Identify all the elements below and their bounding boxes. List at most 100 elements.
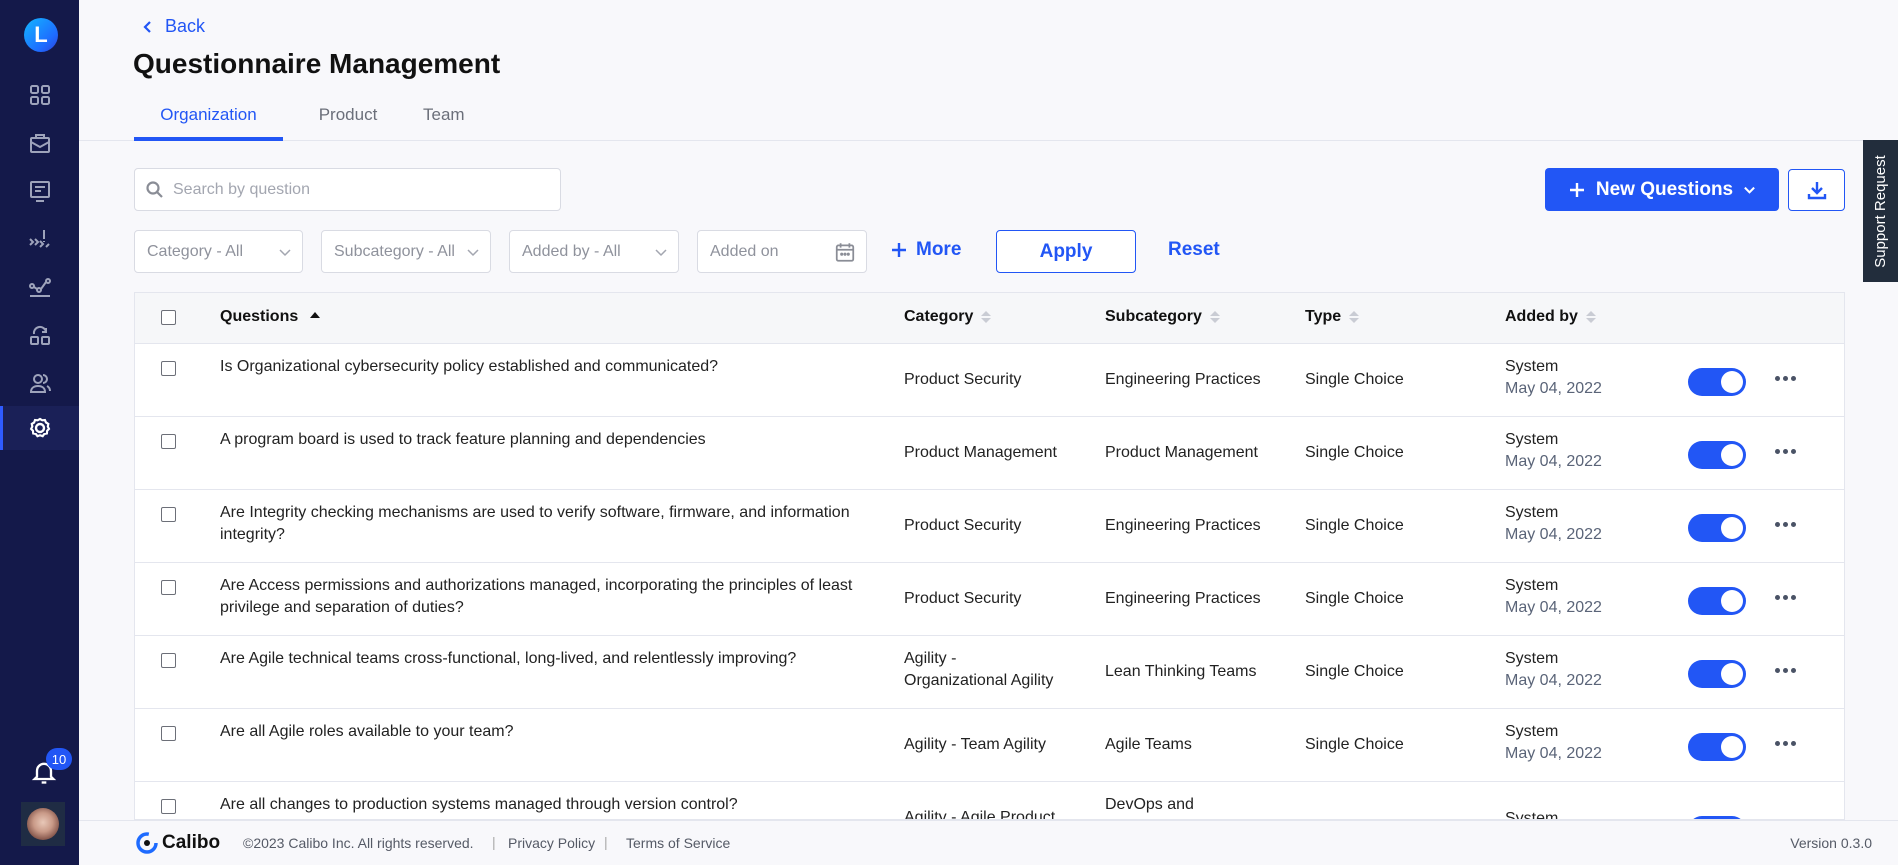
tab-team[interactable]: Team xyxy=(413,100,517,141)
category-text: Product Management xyxy=(904,444,1057,461)
search-input[interactable] xyxy=(173,180,560,199)
brand-name: Calibo xyxy=(162,832,221,853)
avatar xyxy=(27,808,59,840)
category-text: Agility - Team Agility xyxy=(904,736,1046,753)
privacy-policy-link[interactable]: Privacy Policy xyxy=(508,835,595,851)
column-label: Subcategory xyxy=(1105,308,1202,325)
question-text: Is Organizational cybersecurity policy e… xyxy=(220,358,719,375)
enabled-toggle[interactable] xyxy=(1688,441,1746,469)
row-checkbox[interactable] xyxy=(161,507,176,522)
sidebar-item-dashboard[interactable] xyxy=(0,73,79,117)
enabled-toggle[interactable] xyxy=(1688,514,1746,542)
calibo-logo-icon xyxy=(136,832,158,854)
sidebar-item-users[interactable] xyxy=(0,361,79,405)
row-checkbox[interactable] xyxy=(161,434,176,449)
table-row: Are Access permissions and authorization… xyxy=(135,563,1844,636)
column-header-added-by[interactable]: Added by xyxy=(1505,308,1596,326)
row-checkbox[interactable] xyxy=(161,653,176,668)
type-text: Single Choice xyxy=(1305,590,1404,607)
support-request-tab[interactable]: Support Request xyxy=(1863,140,1898,282)
new-questions-label: New Questions xyxy=(1595,178,1734,200)
row-checkbox[interactable] xyxy=(161,799,176,814)
category-filter-select[interactable]: Category - All xyxy=(134,230,303,273)
footer: Calibo ©2023 Calibo Inc. All rights rese… xyxy=(79,820,1898,865)
page-header: Back Questionnaire Management Organizati… xyxy=(79,0,1898,141)
sidebar-item-risks[interactable] xyxy=(0,217,79,261)
row-checkbox[interactable] xyxy=(161,580,176,595)
more-actions-icon[interactable] xyxy=(1771,445,1800,458)
enabled-toggle[interactable] xyxy=(1688,733,1746,761)
reset-button[interactable]: Reset xyxy=(1168,239,1220,261)
column-header-questions[interactable]: Questions xyxy=(220,308,321,326)
sort-icon xyxy=(1349,311,1360,323)
column-header-category[interactable]: Category xyxy=(904,308,992,326)
more-filters-button[interactable]: More xyxy=(890,239,961,261)
added-by-text: System xyxy=(1505,431,1559,448)
more-actions-icon[interactable] xyxy=(1771,372,1800,385)
added-by-text: System xyxy=(1505,577,1559,594)
apply-button[interactable]: Apply xyxy=(996,230,1136,273)
page-title: Questionnaire Management xyxy=(133,48,501,79)
sidebar-item-presentation[interactable] xyxy=(0,169,79,213)
more-actions-icon[interactable] xyxy=(1771,737,1800,750)
back-label: Back xyxy=(165,16,206,36)
gear-icon xyxy=(29,417,50,438)
download-button[interactable] xyxy=(1788,169,1845,211)
more-actions-icon[interactable] xyxy=(1771,664,1800,677)
added-by-filter-select[interactable]: Added by - All xyxy=(509,230,679,273)
added-on-text: May 04, 2022 xyxy=(1505,380,1602,397)
added-on-date-input[interactable]: Added on xyxy=(697,230,867,273)
column-header-type[interactable]: Type xyxy=(1305,308,1360,326)
more-label: More xyxy=(916,239,962,260)
tab-product[interactable]: Product xyxy=(283,100,413,141)
chevron-down-icon xyxy=(467,248,479,256)
row-checkbox[interactable] xyxy=(161,726,176,741)
enabled-toggle[interactable] xyxy=(1688,587,1746,615)
briefcase-icon xyxy=(29,134,50,153)
cycle-blocks-icon xyxy=(29,325,50,345)
calendar-icon[interactable] xyxy=(834,241,856,263)
column-label: Questions xyxy=(220,308,299,325)
user-avatar-button[interactable] xyxy=(21,802,65,846)
question-text: A program board is used to track feature… xyxy=(220,431,706,448)
app-logo[interactable]: L xyxy=(24,18,58,52)
presentation-icon xyxy=(29,181,50,202)
tab-organization[interactable]: Organization xyxy=(134,100,283,141)
type-text: Single Choice xyxy=(1305,517,1404,534)
column-header-subcategory[interactable]: Subcategory xyxy=(1105,308,1220,326)
added-on-text: May 04, 2022 xyxy=(1505,453,1602,470)
table-row: Is Organizational cybersecurity policy e… xyxy=(135,344,1844,417)
more-actions-icon[interactable] xyxy=(1771,518,1800,531)
more-actions-icon[interactable] xyxy=(1771,591,1800,604)
terms-of-service-link[interactable]: Terms of Service xyxy=(626,835,730,851)
select-all-checkbox[interactable] xyxy=(161,310,176,325)
plus-icon xyxy=(1569,182,1584,197)
subcategory-filter-select[interactable]: Subcategory - All xyxy=(321,230,491,273)
enabled-toggle[interactable] xyxy=(1688,660,1746,688)
support-request-label: Support Request xyxy=(1872,154,1890,268)
added-by-cell: System May 04, 2022 xyxy=(1505,721,1602,765)
added-on-text: May 04, 2022 xyxy=(1505,526,1602,543)
footer-brand: Calibo xyxy=(136,832,220,854)
row-checkbox[interactable] xyxy=(161,361,176,376)
tab-bar: Organization Product Team xyxy=(134,100,517,141)
sidebar-item-settings[interactable] xyxy=(0,406,79,450)
sidebar-item-portfolio[interactable] xyxy=(0,121,79,165)
sort-icon xyxy=(1209,311,1220,323)
added-by-text: System xyxy=(1505,358,1559,375)
column-label: Type xyxy=(1305,308,1342,325)
sort-ascending-icon xyxy=(310,312,321,318)
questions-table: Questions Category Subcategory Type Adde… xyxy=(134,292,1845,820)
sidebar-item-analytics[interactable] xyxy=(0,265,79,309)
sidebar-item-workflow[interactable] xyxy=(0,313,79,357)
new-questions-button[interactable]: New Questions xyxy=(1545,168,1779,211)
added-by-text: System xyxy=(1505,723,1559,740)
subcategory-text: Engineering Practices xyxy=(1105,371,1261,388)
enabled-toggle[interactable] xyxy=(1688,368,1746,396)
added-by-cell: System xyxy=(1505,808,1558,819)
footer-divider: | xyxy=(604,834,608,850)
back-link[interactable]: Back xyxy=(141,16,205,37)
chevron-down-icon xyxy=(279,248,291,256)
version-text: Version 0.3.0 xyxy=(1790,835,1872,851)
added-on-text: May 04, 2022 xyxy=(1505,672,1602,689)
